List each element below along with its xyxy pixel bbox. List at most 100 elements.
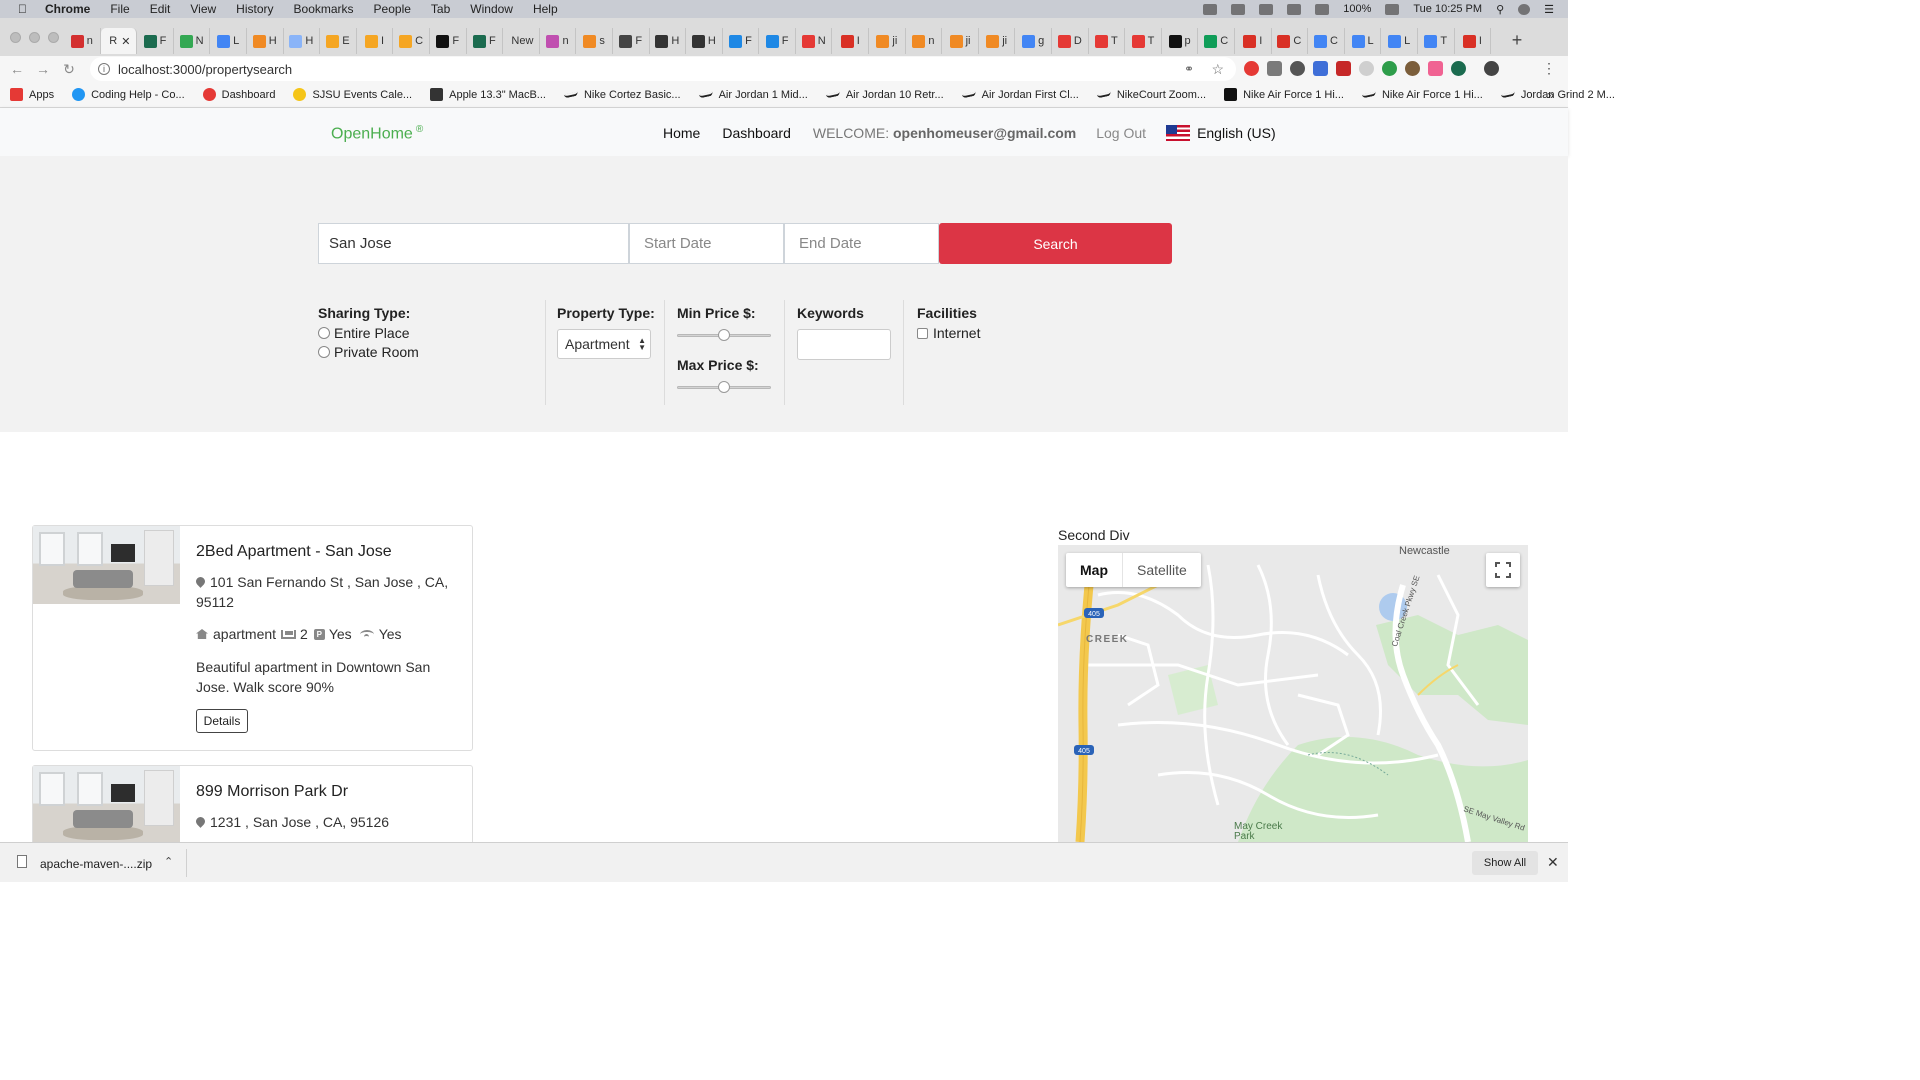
- browser-tab[interactable]: g: [1015, 28, 1053, 54]
- bookmark-item[interactable]: Nike Cortez Basic...: [563, 89, 681, 101]
- url-text[interactable]: localhost:3000/propertysearch: [118, 62, 292, 77]
- bookmark-item[interactable]: Apps: [10, 88, 54, 101]
- fullscreen-button[interactable]: [1486, 553, 1520, 587]
- menu-edit[interactable]: Edit: [150, 2, 171, 16]
- bookmark-label[interactable]: Dashboard: [222, 89, 276, 101]
- browser-tab[interactable]: F: [137, 28, 174, 54]
- bookmark-label[interactable]: SJSU Events Cale...: [312, 89, 412, 101]
- browser-tab[interactable]: New: [503, 28, 540, 54]
- browser-tab[interactable]: s: [576, 28, 613, 54]
- end-date-input[interactable]: End Date: [784, 223, 939, 264]
- tab-title[interactable]: New: [511, 35, 533, 47]
- tab-title[interactable]: I: [857, 35, 860, 47]
- bookmarks-overflow-icon[interactable]: »: [1547, 88, 1554, 102]
- property-type-value[interactable]: Apartment: [565, 336, 630, 352]
- tab-title[interactable]: C: [1220, 35, 1228, 47]
- bookmark-label[interactable]: Nike Air Force 1 Hi...: [1382, 89, 1483, 101]
- tab-title[interactable]: p: [1185, 35, 1191, 47]
- browser-tab[interactable]: L: [1345, 28, 1382, 54]
- bookmark-label[interactable]: Nike Air Force 1 Hi...: [1243, 89, 1344, 101]
- tab-title[interactable]: E: [342, 35, 349, 47]
- browser-tab[interactable]: C: [1308, 28, 1345, 54]
- bookmark-label[interactable]: Coding Help - Co...: [91, 89, 185, 101]
- battery-icon[interactable]: [1385, 3, 1400, 15]
- bookmark-item[interactable]: Coding Help - Co...: [72, 88, 185, 101]
- map-type-map-button[interactable]: Map: [1066, 553, 1123, 587]
- browser-tab[interactable]: E: [320, 28, 357, 54]
- site-info-icon[interactable]: i: [98, 63, 110, 75]
- browser-tab[interactable]: T: [1125, 28, 1162, 54]
- bookmark-label[interactable]: NikeCourt Zoom...: [1117, 89, 1206, 101]
- browser-tab[interactable]: C: [393, 28, 430, 54]
- bookmark-item[interactable]: Nike Air Force 1 Hi...: [1361, 89, 1483, 101]
- tab-title[interactable]: ji: [1002, 35, 1007, 47]
- tab-title[interactable]: F: [160, 35, 167, 47]
- bookmark-item[interactable]: NikeCourt Zoom...: [1096, 89, 1206, 101]
- menu-chrome[interactable]: Chrome: [45, 2, 90, 16]
- browser-tab[interactable]: I: [832, 28, 870, 54]
- bookmark-label[interactable]: Air Jordan 10 Retr...: [846, 89, 944, 101]
- keywords-input[interactable]: [797, 329, 891, 360]
- menu-file[interactable]: File: [110, 2, 129, 16]
- menu-people[interactable]: People: [374, 2, 411, 16]
- listing-title[interactable]: 2Bed Apartment - San Jose: [196, 543, 392, 561]
- bookmark-label[interactable]: Jordan Grind 2 M...: [1521, 89, 1615, 101]
- property-type-select[interactable]: Apartment ▲ ▼: [557, 329, 651, 359]
- owl-extension-icon[interactable]: [1405, 61, 1420, 76]
- tab-title[interactable]: F: [745, 35, 752, 47]
- tab-title[interactable]: R: [109, 35, 117, 47]
- tab-title[interactable]: n: [562, 35, 568, 47]
- menu-window[interactable]: Window: [470, 2, 513, 16]
- grid-extension-icon[interactable]: [1336, 61, 1351, 76]
- bookmark-item[interactable]: Nike Air Force 1 Hi...: [1224, 88, 1344, 101]
- tab-title[interactable]: I: [1259, 35, 1262, 47]
- browser-tab[interactable]: p: [1162, 28, 1199, 54]
- menu-history[interactable]: History: [236, 2, 273, 16]
- chevron-up-icon[interactable]: ⌃: [164, 855, 173, 868]
- radio-entire-place[interactable]: [318, 327, 330, 339]
- arrow-extension-icon[interactable]: [1428, 61, 1443, 76]
- browser-tab[interactable]: L: [210, 28, 247, 54]
- circle-extension-icon[interactable]: [1290, 61, 1305, 76]
- min-price-slider[interactable]: [677, 329, 771, 341]
- browser-tab[interactable]: C: [1198, 28, 1235, 54]
- menu-bookmarks[interactable]: Bookmarks: [294, 2, 354, 16]
- volume-icon[interactable]: [1315, 3, 1330, 15]
- radio-label-private-room[interactable]: Private Room: [334, 344, 419, 360]
- evernote-extension-icon[interactable]: [1382, 61, 1397, 76]
- nav-dashboard-link[interactable]: Dashboard: [722, 125, 791, 141]
- notification-center-icon[interactable]: ☰: [1544, 3, 1554, 16]
- radio-private-room[interactable]: [318, 346, 330, 358]
- opera-extension-icon[interactable]: [1244, 61, 1259, 76]
- minimize-window-button[interactable]: [29, 32, 40, 43]
- bookmark-label[interactable]: Apple 13.3" MacB...: [449, 89, 546, 101]
- bookmark-label[interactable]: Nike Cortez Basic...: [584, 89, 681, 101]
- sharing-option-private-room[interactable]: Private Room: [318, 344, 419, 360]
- tab-title[interactable]: H: [269, 35, 277, 47]
- sharing-option-entire-place[interactable]: Entire Place: [318, 325, 409, 341]
- menu-tab[interactable]: Tab: [431, 2, 450, 16]
- tab-title[interactable]: C: [1293, 35, 1301, 47]
- browser-tab[interactable]: H: [284, 28, 321, 54]
- browser-tab[interactable]: F: [759, 28, 796, 54]
- browser-tab[interactable]: L: [1381, 28, 1418, 54]
- show-all-downloads-button[interactable]: Show All: [1472, 851, 1538, 875]
- calendar-extension-icon[interactable]: [1313, 61, 1328, 76]
- forward-icon[interactable]: →: [30, 61, 56, 77]
- tab-title[interactable]: n: [87, 35, 93, 47]
- facility-internet-option[interactable]: Internet: [917, 325, 980, 341]
- browser-tab[interactable]: F: [723, 28, 760, 54]
- browser-tab[interactable]: ji: [869, 28, 906, 54]
- address-bar[interactable]: i localhost:3000/propertysearch ⚭ ☆: [90, 57, 1236, 81]
- clock[interactable]: Tue 10:25 PM: [1413, 3, 1482, 15]
- tab-title[interactable]: g: [1038, 35, 1044, 47]
- tab-title[interactable]: T: [1111, 35, 1118, 47]
- bookmark-label[interactable]: Air Jordan First Cl...: [982, 89, 1079, 101]
- tab-title[interactable]: F: [635, 35, 642, 47]
- slider-thumb[interactable]: [718, 329, 730, 341]
- browser-tab[interactable]: I: [1235, 28, 1272, 54]
- battery-percent[interactable]: 100%: [1343, 3, 1371, 15]
- menu-help[interactable]: Help: [533, 2, 558, 16]
- display-icon[interactable]: [1259, 3, 1274, 15]
- map-canvas[interactable]: 405 405: [1058, 545, 1528, 842]
